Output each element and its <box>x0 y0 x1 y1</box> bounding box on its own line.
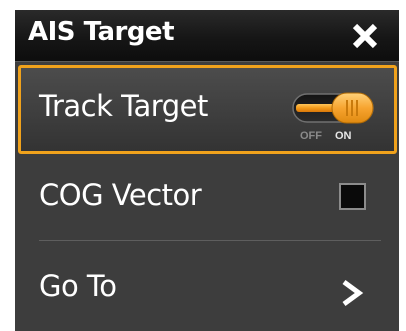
menu-item-go-to[interactable]: Go To <box>15 246 399 331</box>
dialog-title: AIS Target <box>28 17 175 47</box>
toggle-off-label: OFF <box>300 130 322 142</box>
track-target-label: Track Target <box>39 89 208 123</box>
go-to-label: Go To <box>39 269 117 303</box>
cog-vector-checkbox[interactable] <box>339 183 366 210</box>
ais-target-dialog: AIS Target Track Target OFF ON COG Vecto… <box>15 10 399 331</box>
cog-vector-label: COG Vector <box>39 178 202 212</box>
close-icon <box>352 23 378 49</box>
menu-item-cog-vector[interactable]: COG Vector <box>15 156 399 248</box>
menu-item-track-target[interactable]: Track Target OFF ON <box>15 65 399 154</box>
chevron-right-icon <box>342 279 364 307</box>
toggle-switch-graphic <box>292 92 374 124</box>
track-target-toggle[interactable] <box>292 92 374 124</box>
divider <box>39 240 381 241</box>
dialog-header: AIS Target <box>15 10 399 62</box>
toggle-on-label: ON <box>335 130 352 142</box>
close-button[interactable] <box>347 20 383 52</box>
